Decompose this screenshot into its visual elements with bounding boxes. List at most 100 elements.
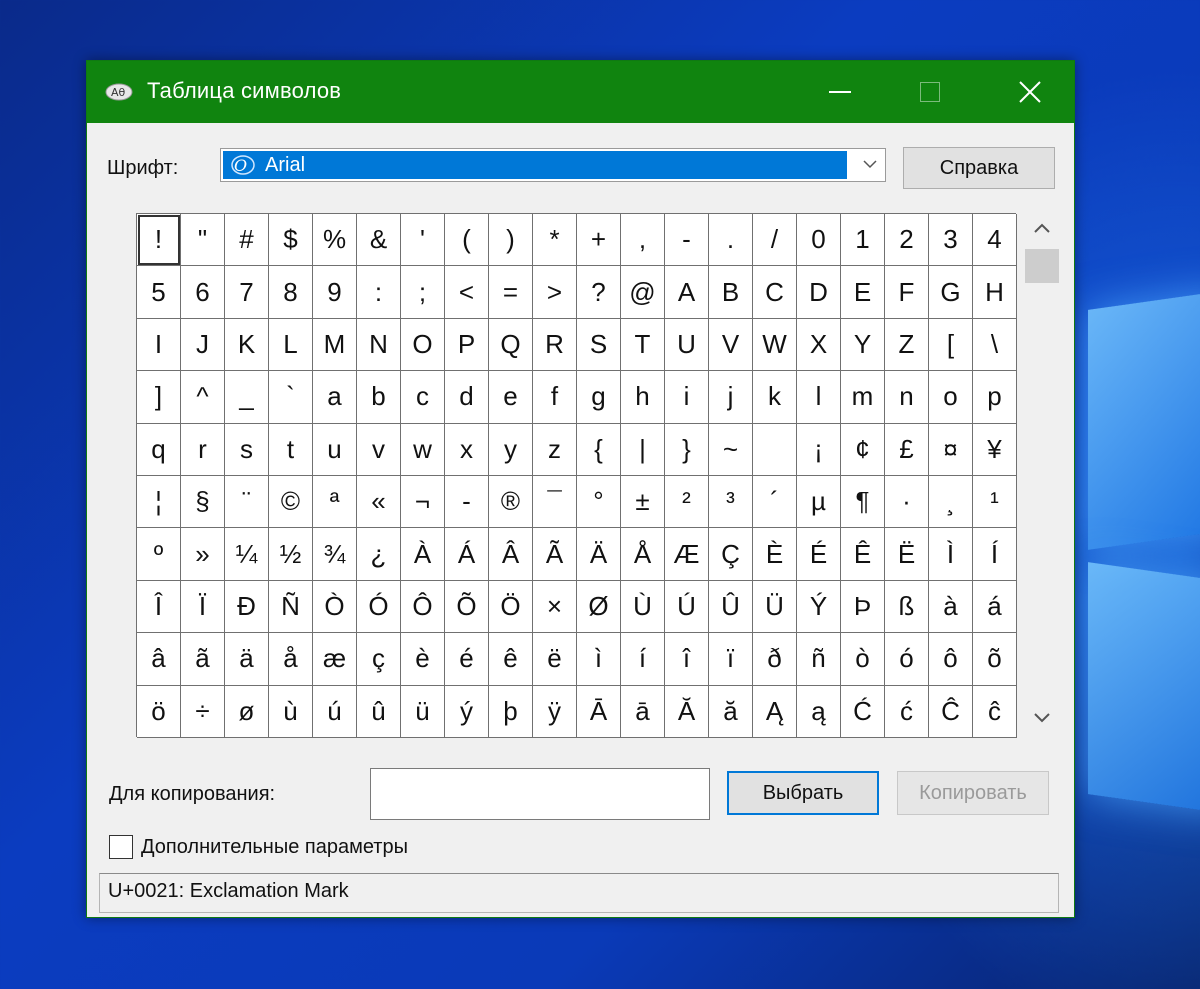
char-cell[interactable]: ë [533, 633, 577, 686]
char-cell[interactable]: ? [577, 266, 621, 319]
char-cell[interactable]: q [137, 423, 181, 476]
char-cell[interactable]: X [797, 318, 841, 372]
char-cell[interactable]: / [753, 214, 797, 267]
copy-input[interactable] [370, 768, 710, 820]
char-cell[interactable]: x [445, 423, 489, 476]
char-cell[interactable]: Î [137, 580, 181, 634]
char-cell[interactable]: > [533, 266, 577, 319]
char-cell[interactable]: à [929, 580, 973, 634]
char-cell[interactable]: ° [577, 475, 621, 529]
char-cell[interactable]: ¶ [841, 475, 885, 529]
char-cell[interactable]: ) [489, 214, 533, 267]
char-cell[interactable]: H [973, 266, 1017, 319]
char-cell[interactable]: , [621, 214, 665, 267]
char-cell[interactable]: < [445, 266, 489, 319]
char-cell[interactable]: z [533, 423, 577, 476]
char-cell[interactable]: ą [797, 685, 841, 738]
char-cell[interactable]: Ï [181, 580, 225, 634]
char-cell[interactable]: É [797, 528, 841, 581]
char-cell[interactable]: ¤ [929, 423, 973, 476]
char-cell[interactable]: = [489, 266, 533, 319]
char-cell[interactable]: s [225, 423, 269, 476]
scroll-down-button[interactable] [1031, 707, 1053, 729]
char-cell[interactable]: Ć [841, 685, 885, 738]
char-cell[interactable]: ê [489, 633, 533, 686]
char-cell[interactable]: ÷ [181, 685, 225, 738]
char-cell[interactable]: W [753, 318, 797, 372]
char-cell[interactable]: ¬ [401, 475, 445, 529]
char-cell[interactable]: æ [313, 633, 357, 686]
char-cell[interactable]: ó [885, 633, 929, 686]
char-cell[interactable]: ² [665, 475, 709, 529]
char-cell[interactable]: Z [885, 318, 929, 372]
grid-scrollbar[interactable] [1023, 213, 1061, 737]
char-cell[interactable]: ÿ [533, 685, 577, 738]
scroll-thumb[interactable] [1025, 249, 1059, 283]
char-cell[interactable]: Ì [929, 528, 973, 581]
char-cell[interactable]: ă [709, 685, 753, 738]
char-cell[interactable]: ā [621, 685, 665, 738]
char-cell[interactable]: ô [929, 633, 973, 686]
char-cell[interactable]: Ù [621, 580, 665, 634]
char-cell[interactable]: ò [841, 633, 885, 686]
char-cell[interactable]: î [665, 633, 709, 686]
advanced-options[interactable]: Дополнительные параметры [109, 832, 408, 862]
char-cell[interactable]: | [621, 423, 665, 476]
char-cell[interactable]: f [533, 371, 577, 424]
char-cell[interactable]: â [137, 633, 181, 686]
char-cell[interactable]: G [929, 266, 973, 319]
char-cell[interactable]: " [181, 214, 225, 267]
char-cell[interactable]: × [533, 580, 577, 634]
char-cell[interactable]: & [357, 214, 401, 267]
title-bar[interactable]: Aθ Таблица символов [87, 61, 1074, 123]
char-cell[interactable]: D [797, 266, 841, 319]
char-cell[interactable]: Þ [841, 580, 885, 634]
char-cell[interactable]: S [577, 318, 621, 372]
char-cell[interactable]: a [313, 371, 357, 424]
char-cell[interactable]: } [665, 423, 709, 476]
char-cell[interactable]: M [313, 318, 357, 372]
char-cell[interactable]: £ [885, 423, 929, 476]
char-cell[interactable]: º [137, 528, 181, 581]
char-cell[interactable]: ĉ [973, 685, 1017, 738]
select-button[interactable]: Выбрать [727, 771, 879, 815]
char-cell[interactable]: r [181, 423, 225, 476]
char-cell[interactable]: þ [489, 685, 533, 738]
char-cell[interactable]: è [401, 633, 445, 686]
char-cell[interactable]: ^ [181, 371, 225, 424]
char-cell[interactable]: µ [797, 475, 841, 529]
char-cell[interactable]: Ð [225, 580, 269, 634]
char-cell[interactable]: ' [401, 214, 445, 267]
char-cell[interactable]: A [665, 266, 709, 319]
char-cell[interactable]: I [137, 318, 181, 372]
char-cell[interactable]: 3 [929, 214, 973, 267]
char-cell[interactable]: Û [709, 580, 753, 634]
char-cell[interactable]: Æ [665, 528, 709, 581]
char-cell[interactable]: ¼ [225, 528, 269, 581]
char-cell[interactable]: Ò [313, 580, 357, 634]
char-cell[interactable]: K [225, 318, 269, 372]
char-cell[interactable]: 7 [225, 266, 269, 319]
char-cell[interactable]: ® [489, 475, 533, 529]
char-cell[interactable]: Ă [665, 685, 709, 738]
char-cell[interactable]: « [357, 475, 401, 529]
char-cell[interactable]: L [269, 318, 313, 372]
char-cell[interactable]: ½ [269, 528, 313, 581]
char-cell[interactable]: T [621, 318, 665, 372]
char-cell[interactable]: ú [313, 685, 357, 738]
char-cell[interactable]: l [797, 371, 841, 424]
char-cell[interactable]: é [445, 633, 489, 686]
char-cell[interactable]: h [621, 371, 665, 424]
char-cell[interactable]: õ [973, 633, 1017, 686]
help-button[interactable]: Справка [903, 147, 1055, 189]
char-cell[interactable]: 6 [181, 266, 225, 319]
char-cell[interactable]: m [841, 371, 885, 424]
char-cell[interactable]: » [181, 528, 225, 581]
char-cell[interactable]: y [489, 423, 533, 476]
char-cell[interactable]: Ú [665, 580, 709, 634]
char-cell[interactable]: ¾ [313, 528, 357, 581]
char-cell[interactable]: û [357, 685, 401, 738]
char-cell[interactable]: § [181, 475, 225, 529]
char-cell[interactable]: @ [621, 266, 665, 319]
char-cell[interactable]: ¢ [841, 423, 885, 476]
